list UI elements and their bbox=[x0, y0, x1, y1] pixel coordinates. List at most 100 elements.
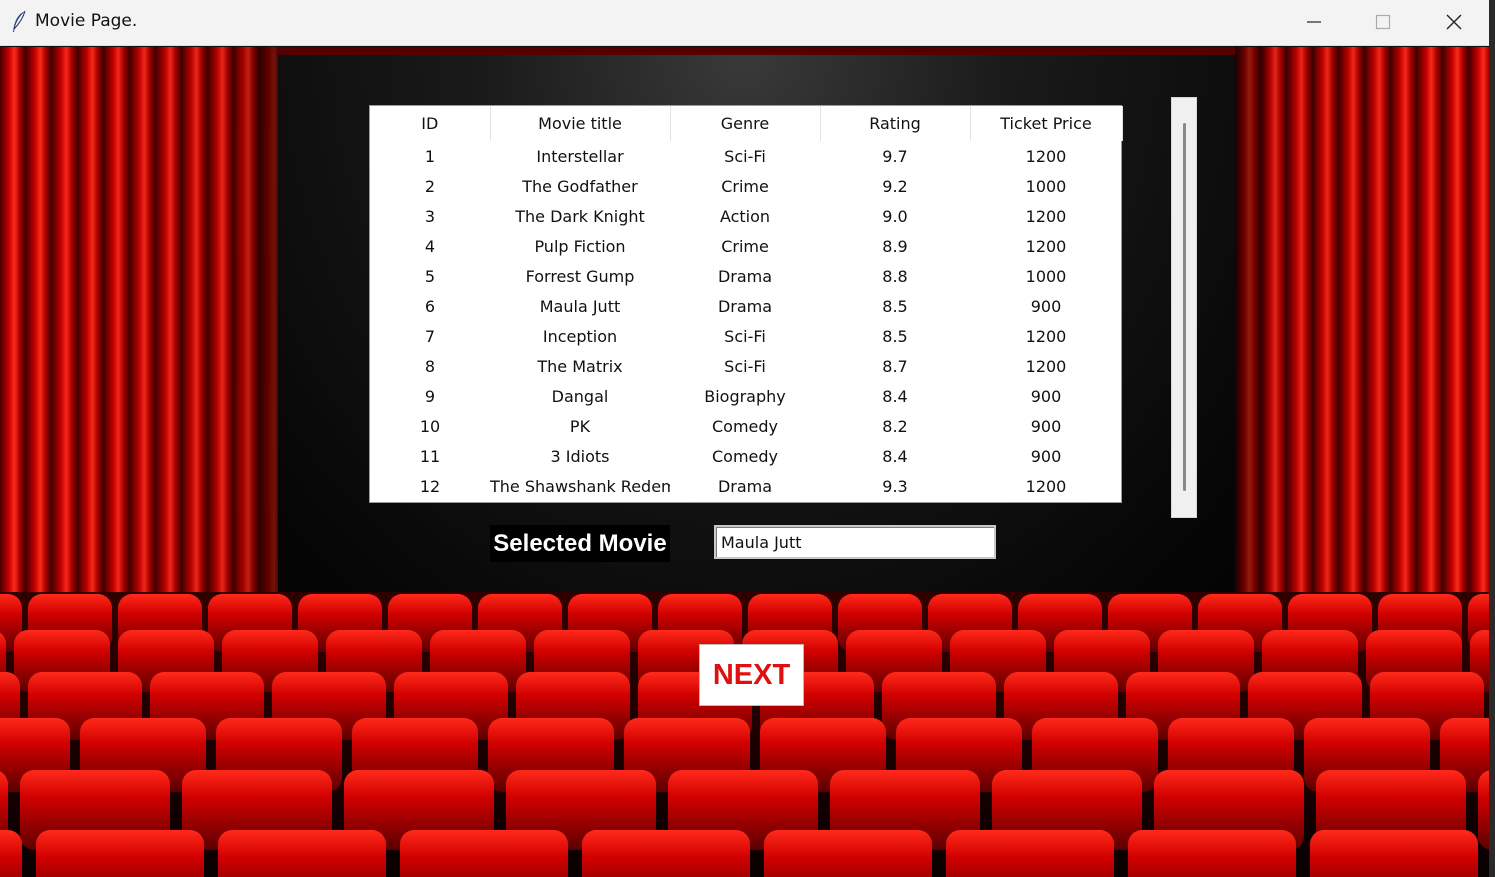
seat bbox=[400, 830, 568, 877]
column-header[interactable]: Ticket Price bbox=[970, 106, 1123, 141]
table-cell: Crime bbox=[721, 176, 769, 196]
table-header-row: ID Movie title Genre Rating Ticket Price bbox=[370, 106, 1123, 141]
minimize-icon bbox=[1307, 21, 1321, 23]
maximize-icon bbox=[1375, 14, 1391, 30]
close-button[interactable] bbox=[1420, 0, 1488, 44]
table-cell: 1200 bbox=[1025, 476, 1067, 496]
table-cell: 8.9 bbox=[882, 236, 908, 256]
table-row[interactable]: 3 The Dark Knight Action 9.0 1200 bbox=[370, 201, 1122, 231]
table-cell: Drama bbox=[717, 296, 773, 316]
table-cell: 9.3 bbox=[882, 476, 908, 496]
table-cell: The Matrix bbox=[537, 356, 623, 376]
table-cell: 1200 bbox=[1025, 146, 1067, 166]
table-cell: 10 bbox=[419, 416, 441, 436]
table-cell: 9 bbox=[424, 386, 436, 406]
table-row[interactable]: 8 The Matrix Sci-Fi 8.7 1200 bbox=[370, 351, 1122, 381]
table-row[interactable]: 12 The Shawshank Redemption Drama 9.3 1200 bbox=[370, 471, 1122, 501]
table-cell: 8.4 bbox=[882, 386, 908, 406]
movies-table[interactable]: ID Movie title Genre Rating Ticket Price 1 In… bbox=[369, 105, 1123, 503]
table-cell: 1000 bbox=[1025, 176, 1067, 196]
table-row[interactable]: 2 The Godfather Crime 9.2 1000 bbox=[370, 171, 1122, 201]
table-cell: 8.2 bbox=[882, 416, 908, 436]
table-cell: 4 bbox=[424, 236, 436, 256]
table-cell: 900 bbox=[1030, 416, 1062, 436]
table-cell: Maula Jutt bbox=[539, 296, 621, 316]
table-cell: Drama bbox=[717, 266, 773, 286]
table-cell: The Dark Knight bbox=[515, 206, 645, 226]
minimize-button[interactable] bbox=[1280, 0, 1348, 44]
cinema-seats bbox=[0, 592, 1489, 877]
seat bbox=[1478, 770, 1489, 850]
table-cell: 8.4 bbox=[882, 446, 908, 466]
seat bbox=[1310, 830, 1478, 877]
table-cell: 1200 bbox=[1025, 206, 1067, 226]
column-header[interactable]: Movie title bbox=[490, 106, 671, 141]
window-edge bbox=[1489, 0, 1495, 877]
table-cell: 1200 bbox=[1025, 356, 1067, 376]
table-cell: 1200 bbox=[1025, 326, 1067, 346]
table-cell: 8.8 bbox=[882, 266, 908, 286]
table-cell: 3 bbox=[424, 206, 436, 226]
table-row[interactable]: 5 Forrest Gump Drama 8.8 1000 bbox=[370, 261, 1122, 291]
table-cell: Sci-Fi bbox=[724, 146, 766, 166]
seat bbox=[36, 830, 204, 877]
table-row[interactable]: 11 3 Idiots Comedy 8.4 900 bbox=[370, 441, 1122, 471]
right-curtain bbox=[1235, 47, 1489, 647]
table-cell: Action bbox=[719, 206, 771, 226]
feather-icon bbox=[13, 10, 26, 32]
seat bbox=[946, 830, 1114, 877]
table-cell: 900 bbox=[1030, 446, 1062, 466]
table-cell: PK bbox=[569, 416, 591, 436]
close-icon bbox=[1446, 14, 1462, 30]
title-bar: Movie Page. bbox=[0, 0, 1489, 46]
next-button[interactable]: NEXT bbox=[699, 644, 804, 706]
table-row[interactable]: 10 PK Comedy 8.2 900 bbox=[370, 411, 1122, 441]
table-cell: Inception bbox=[542, 326, 618, 346]
seat bbox=[764, 830, 932, 877]
table-cell: 8.7 bbox=[882, 356, 908, 376]
table-cell: 1000 bbox=[1025, 266, 1067, 286]
seat bbox=[218, 830, 386, 877]
table-cell: Pulp Fiction bbox=[534, 236, 626, 256]
table-cell: The Godfather bbox=[522, 176, 638, 196]
column-header[interactable]: ID bbox=[370, 106, 491, 141]
table-cell: Comedy bbox=[711, 416, 778, 436]
left-curtain bbox=[0, 47, 278, 647]
table-cell: 1200 bbox=[1025, 236, 1067, 256]
table-cell: 5 bbox=[424, 266, 436, 286]
table-row[interactable]: 4 Pulp Fiction Crime 8.9 1200 bbox=[370, 231, 1122, 261]
cinema-background: ID Movie title Genre Rating Ticket Price 1 In… bbox=[0, 47, 1489, 877]
table-cell: 9.2 bbox=[882, 176, 908, 196]
table-scrollbar[interactable] bbox=[1171, 97, 1197, 518]
table-row[interactable]: 9 Dangal Biography 8.4 900 bbox=[370, 381, 1122, 411]
table-cell: 6 bbox=[424, 296, 436, 316]
seat bbox=[1128, 830, 1296, 877]
table-row[interactable]: 1 Interstellar Sci-Fi 9.7 1200 bbox=[370, 141, 1122, 171]
table-row[interactable]: 7 Inception Sci-Fi 8.5 1200 bbox=[370, 321, 1122, 351]
table-cell: 3 Idiots bbox=[550, 446, 610, 466]
table-cell: The Shawshank Redemption bbox=[490, 476, 670, 496]
table-cell: Forrest Gump bbox=[525, 266, 635, 286]
table-cell: 11 bbox=[419, 446, 441, 466]
table-cell: Sci-Fi bbox=[724, 356, 766, 376]
column-header[interactable]: Genre bbox=[670, 106, 821, 141]
table-cell: Interstellar bbox=[536, 146, 624, 166]
table-cell: 900 bbox=[1030, 386, 1062, 406]
table-cell: 8.5 bbox=[882, 296, 908, 316]
maximize-button[interactable] bbox=[1349, 0, 1417, 44]
column-header[interactable]: Rating bbox=[820, 106, 971, 141]
seat bbox=[582, 830, 750, 877]
table-cell: 2 bbox=[424, 176, 436, 196]
table-cell: 8.5 bbox=[882, 326, 908, 346]
scrollbar-thumb[interactable] bbox=[1183, 123, 1186, 491]
table-cell: Dangal bbox=[551, 386, 609, 406]
table-cell: Crime bbox=[721, 236, 769, 256]
table-row[interactable]: 6 Maula Jutt Drama 8.5 900 bbox=[370, 291, 1122, 321]
table-cell: 12 bbox=[419, 476, 441, 496]
table-cell: 1 bbox=[424, 146, 436, 166]
selected-movie-label: Selected Movie bbox=[490, 525, 670, 562]
table-cell: 9.7 bbox=[882, 146, 908, 166]
table-cell: 900 bbox=[1030, 296, 1062, 316]
selected-movie-field[interactable] bbox=[714, 525, 996, 559]
table-cell: 8 bbox=[424, 356, 436, 376]
